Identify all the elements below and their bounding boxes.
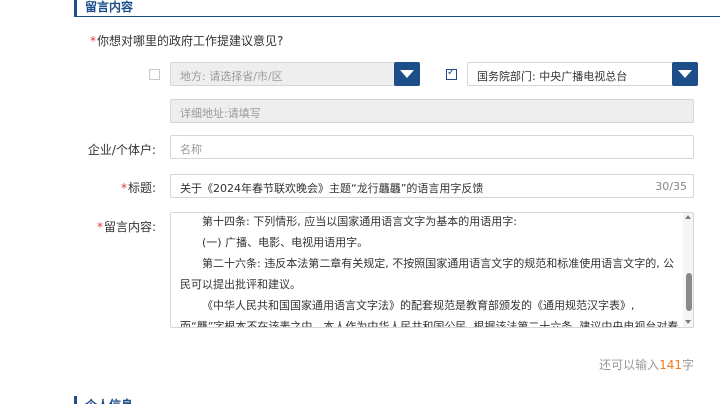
title-label-text: 标题: (127, 181, 156, 195)
remaining-number: 141 (659, 358, 682, 372)
required-mark: * (90, 34, 96, 48)
scroll-down-arrow-icon[interactable] (685, 320, 691, 324)
chevron-down-icon[interactable] (672, 62, 698, 86)
enterprise-name-input[interactable]: 名称 (170, 135, 694, 159)
question-text: 你想对哪里的政府工作提建议意见? (97, 34, 284, 48)
message-paragraph-text: 《中华人民共和国国家通用语言文字法》的配套规范是教育部颁发的《通用规范汉字表》,… (180, 299, 679, 328)
message-textarea[interactable]: 第十四条: 下列情形, 应当以国家通用语言文字为基本的用语用字: (一) 广播、… (170, 212, 694, 328)
required-mark: * (120, 181, 127, 195)
message-paragraph: 《中华人民共和国国家通用语言文字法》的配套规范是教育部颁发的《通用规范汉字表》,… (180, 295, 680, 328)
department-checkbox[interactable] (446, 67, 457, 80)
section-title: 留言内容 (85, 0, 134, 14)
section-header-personal: 个人信息 (74, 396, 720, 404)
message-paragraph: 第二十六条: 违反本法第二章有关规定, 不按照国家通用语言文字的规范和标准使用语… (180, 257, 675, 291)
title-char-counter: 30/35 (655, 180, 687, 193)
message-paragraph: 第十四条: 下列情形, 应当以国家通用语言文字为基本的用语用字: (202, 215, 517, 228)
local-checkbox[interactable] (149, 69, 160, 80)
required-mark: * (96, 220, 103, 234)
chevron-down-icon[interactable] (394, 62, 420, 86)
local-region-value: 地方: 请选择省/市/区 (180, 70, 283, 83)
message-label: *留言内容: (66, 218, 156, 235)
remaining-prefix: 还可以输入 (599, 358, 660, 372)
title-input[interactable]: 关于《2024年春节联欢晚会》主题“龙行龘龘”的语言用字反馈 30/35 (170, 174, 694, 198)
enterprise-label: 企业/个体户: (87, 143, 156, 157)
title-label: *标题: (66, 179, 156, 196)
scroll-thumb[interactable] (686, 273, 692, 311)
department-value: 国务院部门: 中央广播电视总台 (477, 70, 628, 83)
section-header-message: 留言内容 (74, 0, 720, 17)
local-region-select[interactable]: 地方: 请选择省/市/区 (170, 62, 420, 86)
message-content: 第十四条: 下列情形, 应当以国家通用语言文字为基本的用语用字: (一) 广播、… (180, 213, 680, 328)
title-value: 关于《2024年春节联欢晚会》主题“龙行龘龘”的语言用字反馈 (180, 182, 484, 195)
scroll-up-arrow-icon[interactable] (685, 215, 691, 219)
detail-address-input[interactable]: 详细地址:请填写 (170, 99, 694, 123)
remaining-suffix: 字 (681, 358, 694, 372)
department-select[interactable]: 国务院部门: 中央广播电视总台 (467, 62, 698, 86)
detail-address-placeholder: 详细地址:请填写 (180, 107, 261, 120)
section-accent-bar (74, 0, 77, 16)
message-label-text: 留言内容: (103, 220, 156, 234)
enterprise-name-placeholder: 名称 (180, 143, 202, 156)
section-accent-bar (74, 396, 77, 404)
message-paragraph: (一) 广播、电影、电视用语用字。 (202, 236, 369, 249)
section-title: 个人信息 (85, 396, 133, 404)
message-scrollbar[interactable] (683, 213, 693, 327)
remaining-char-count: 还可以输入141字 (599, 356, 694, 373)
question-prompt: *你想对哪里的政府工作提建议意见? (90, 32, 283, 49)
